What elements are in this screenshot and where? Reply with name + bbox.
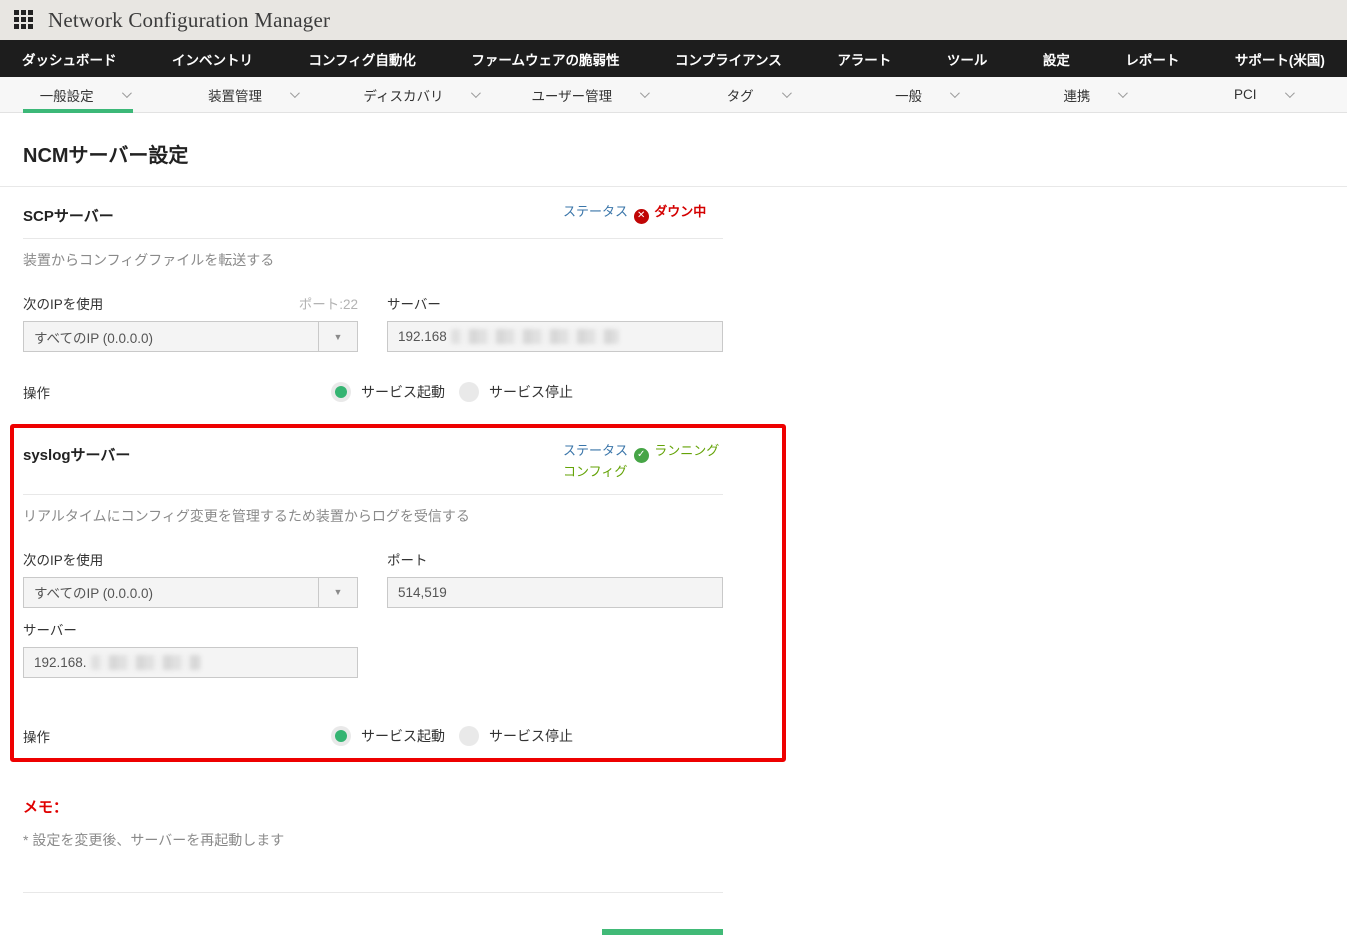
radio-label: サービス停止: [489, 384, 573, 400]
scp-ip-selected-value: すべてのIP (0.0.0.0): [34, 330, 154, 346]
radio-selected-icon[interactable]: [331, 382, 351, 402]
syslog-server-field: サーバー 192.168.: [23, 619, 358, 678]
nav-item-dashboard[interactable]: ダッシュボード: [22, 49, 117, 69]
scp-section-heading: SCPサーバー: [23, 208, 114, 225]
nav-item-firmware-vulnerability[interactable]: ファームウェアの脆弱性: [471, 49, 619, 69]
redacted-ip-value: [450, 329, 619, 344]
select-arrow-icon[interactable]: ▼: [318, 577, 357, 607]
app-header: Network Configuration Manager: [0, 0, 1347, 40]
syslog-description: リアルタイムにコンフィグ変更を管理するため装置からログを受信する: [23, 507, 470, 524]
scp-operation-radio-group: サービス起動 サービス停止: [331, 382, 573, 402]
scp-operation-label: 操作: [23, 386, 50, 401]
scp-port-hint: ポート:22: [298, 297, 358, 312]
syslog-ip-selected-value: すべてのIP (0.0.0.0): [34, 586, 154, 602]
scp-server-section: SCPサーバー ステータス ✕ ダウン中 装置からコンフィグファイルを転送する …: [23, 203, 723, 402]
syslog-port-input[interactable]: 514,519: [387, 576, 723, 608]
nav-item-settings[interactable]: 設定: [1043, 49, 1070, 69]
chevron-down-icon[interactable]: [640, 88, 651, 99]
chevron-down-icon[interactable]: [781, 88, 792, 99]
app-title: Network Configuration Manager: [48, 7, 331, 32]
tab-integration[interactable]: 連携: [1010, 77, 1178, 112]
syslog-server-section-highlighted: syslogサーバー ステータス ✓ ランニングコンフィグ リアルタイムにコンフ…: [10, 424, 786, 762]
nav-item-compliance[interactable]: コンプライアンス: [675, 49, 782, 69]
memo-label: メモ：: [23, 798, 69, 816]
status-ok-icon: ✓: [633, 447, 649, 463]
page-title: NCMサーバー設定: [23, 145, 189, 167]
scp-server-value: 192.168: [398, 329, 447, 344]
chevron-down-icon[interactable]: [290, 88, 300, 99]
chevron-down-icon[interactable]: [1118, 88, 1129, 99]
syslog-section-heading: syslogサーバー: [23, 447, 131, 464]
tab-label: 一般: [895, 88, 923, 104]
radio-label: サービス停止: [489, 727, 573, 744]
radio-unselected-icon[interactable]: [459, 382, 479, 402]
redacted-ip-value: [90, 654, 201, 670]
tab-general-settings[interactable]: 一般設定: [0, 77, 168, 113]
chevron-down-icon[interactable]: [950, 88, 960, 99]
tab-user-management[interactable]: ユーザー管理: [505, 77, 673, 112]
scp-radio-stop-service[interactable]: サービス停止: [459, 382, 573, 402]
main-nav: ダッシュボード インベントリ コンフィグ自動化 ファームウェアの脆弱性 コンプラ…: [0, 40, 1347, 77]
syslog-ip-select[interactable]: すべてのIP (0.0.0.0) ▼: [23, 576, 358, 608]
page-title-wrap: NCMサーバー設定: [0, 113, 1347, 187]
syslog-server-label: サーバー: [23, 622, 77, 638]
syslog-ip-label: 次のIPを使用: [23, 552, 104, 568]
syslog-radio-start-service[interactable]: サービス起動: [331, 725, 445, 746]
tab-tags[interactable]: タグ: [674, 77, 842, 112]
syslog-radio-stop-service[interactable]: サービス停止: [459, 725, 573, 746]
scp-status-text: ダウン中: [654, 204, 707, 219]
tab-pci[interactable]: PCI: [1179, 77, 1347, 112]
syslog-server-value: 192.168.: [34, 654, 87, 670]
tab-label: 一般設定: [39, 88, 94, 104]
radio-label: サービス起動: [361, 727, 445, 744]
syslog-server-input[interactable]: 192.168.: [23, 646, 358, 678]
scp-server-label: サーバー: [387, 297, 441, 312]
syslog-status: ステータス ✓ ランニングコンフィグ: [563, 442, 723, 482]
nav-item-support-us[interactable]: サポート(米国): [1235, 49, 1325, 69]
settings-tab-bar: 一般設定 装置管理 ディスカバリ ユーザー管理 タグ 一般 連携 PCI: [0, 77, 1347, 113]
status-label: ステータス: [563, 443, 629, 458]
save-button[interactable]: 保存: [602, 928, 723, 935]
divider: [23, 891, 723, 893]
syslog-port-value: 514,519: [398, 584, 447, 600]
syslog-port-label: ポート: [387, 552, 428, 568]
tab-label: ディスカバリ: [363, 88, 444, 104]
nav-item-config-automation[interactable]: コンフィグ自動化: [309, 49, 416, 69]
syslog-operation-radio-group: サービス起動 サービス停止: [331, 725, 573, 746]
tab-general[interactable]: 一般: [842, 77, 1010, 112]
tab-device-management[interactable]: 装置管理: [168, 77, 336, 112]
tab-label: 連携: [1063, 88, 1091, 104]
app-grid-icon[interactable]: [14, 10, 34, 30]
radio-unselected-icon[interactable]: [459, 725, 479, 746]
tab-discovery[interactable]: ディスカバリ: [337, 77, 505, 112]
nav-item-inventory[interactable]: インベントリ: [172, 49, 253, 69]
tab-label: ユーザー管理: [531, 88, 613, 104]
scp-ip-select[interactable]: すべてのIP (0.0.0.0) ▼: [23, 321, 358, 352]
nav-item-reports[interactable]: レポート: [1125, 49, 1179, 69]
scp-status: ステータス ✕ ダウン中: [563, 203, 723, 224]
select-arrow-icon[interactable]: ▼: [318, 322, 357, 351]
chevron-down-icon[interactable]: [471, 88, 482, 99]
radio-selected-icon[interactable]: [331, 725, 351, 746]
tab-label: PCI: [1234, 87, 1257, 102]
tab-label: 装置管理: [208, 88, 263, 104]
scp-server-input[interactable]: 192.168: [387, 321, 723, 352]
chevron-down-icon[interactable]: [121, 88, 132, 99]
nav-item-tools[interactable]: ツール: [947, 49, 988, 69]
chevron-down-icon[interactable]: [1284, 88, 1295, 99]
tab-label: タグ: [726, 88, 754, 104]
status-error-icon: ✕: [633, 208, 649, 224]
status-label: ステータス: [563, 204, 629, 219]
scp-radio-start-service[interactable]: サービス起動: [331, 382, 445, 402]
scp-description: 装置からコンフィグファイルを転送する: [23, 252, 275, 268]
scp-ip-label: 次のIPを使用: [23, 297, 104, 312]
syslog-operation-label: 操作: [23, 729, 50, 745]
nav-item-alerts[interactable]: アラート: [837, 49, 891, 69]
memo-note: * 設定を変更後、サーバーを再起動します: [23, 831, 285, 848]
radio-label: サービス起動: [361, 384, 445, 400]
